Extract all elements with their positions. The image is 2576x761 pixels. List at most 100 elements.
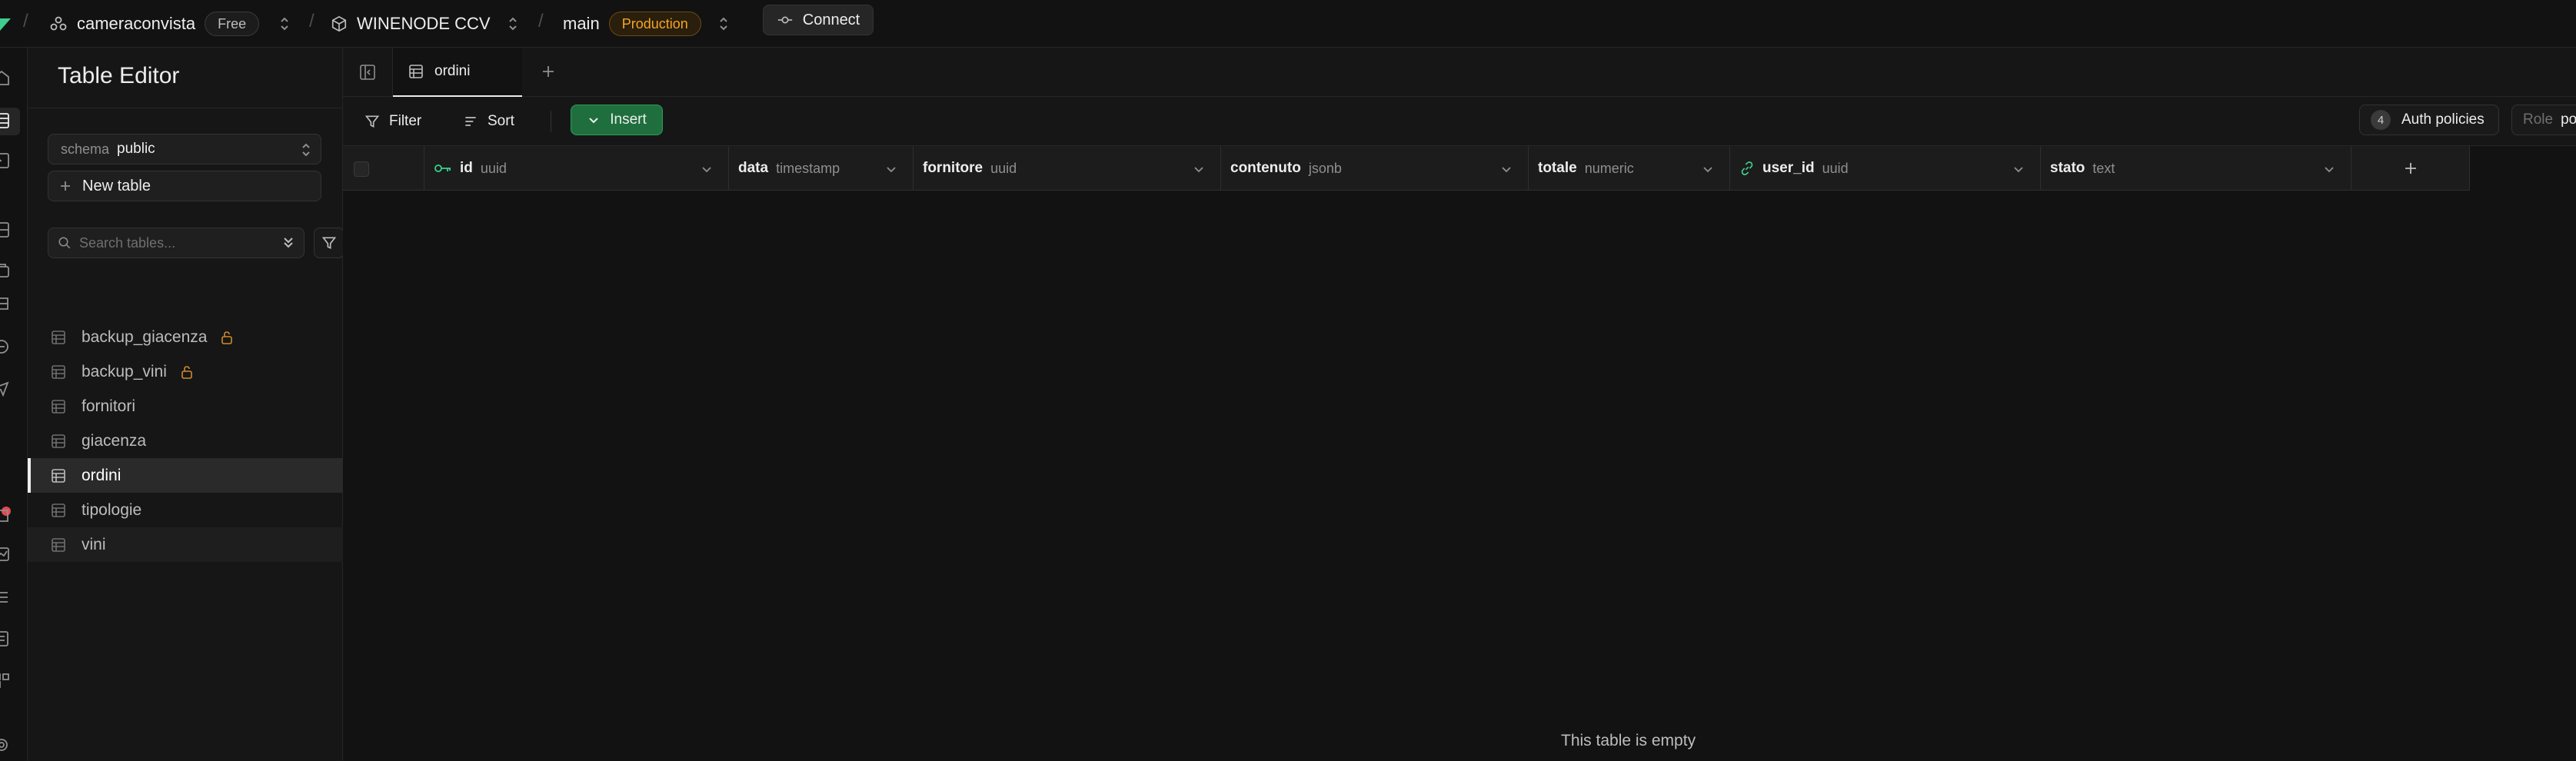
column-type: numeric	[1584, 160, 1634, 176]
table-item-vini[interactable]: vini	[28, 527, 343, 562]
column-name: data	[738, 160, 769, 176]
auth-policies-count: 4	[2371, 110, 2391, 130]
database-icon[interactable]	[0, 221, 11, 238]
column-name: totale	[1538, 160, 1577, 176]
tab-ordini[interactable]: ordini	[393, 48, 522, 97]
branch-selector[interactable]: main Production	[563, 0, 729, 48]
sidebar-title: Table Editor	[58, 63, 180, 88]
home-icon[interactable]	[0, 69, 11, 86]
table-icon	[409, 65, 423, 78]
chevron-updown-icon	[720, 17, 727, 31]
sidebar-toggle-icon[interactable]	[358, 63, 377, 81]
search-tables-input[interactable]	[79, 234, 248, 251]
logs-icon[interactable]	[0, 589, 11, 606]
chevron-down-icon[interactable]	[885, 163, 897, 175]
table-item-fornitori[interactable]: fornitori	[28, 389, 343, 424]
plan-badge: Free	[205, 12, 260, 36]
main-content: ordini Filter Sort Insert 4 Auth policie…	[343, 48, 2576, 761]
schema-label: schema	[61, 141, 110, 157]
supabase-logo-icon[interactable]	[0, 15, 11, 32]
sort-button[interactable]: Sort	[463, 109, 514, 134]
table-icon	[52, 364, 65, 379]
realtime-icon[interactable]	[0, 380, 11, 397]
key-icon	[434, 164, 451, 172]
select-all-column	[343, 146, 424, 191]
column-header-totale[interactable]: totale numeric	[1529, 146, 1730, 191]
search-icon	[58, 237, 71, 249]
chevron-down-icon[interactable]	[1193, 163, 1205, 175]
column-header-stato[interactable]: stato text	[2041, 146, 2351, 191]
project-selector[interactable]: WINENODE CCV	[331, 0, 518, 48]
sql-editor-icon[interactable]	[0, 152, 11, 169]
org-selector[interactable]: cameraconvista Free	[49, 0, 290, 48]
top-bar: / cameraconvista Free / WINENODE CCV / m…	[0, 0, 2576, 48]
table-item-label: ordini	[82, 466, 121, 484]
auth-icon[interactable]	[0, 261, 11, 278]
column-name: fornitore	[923, 160, 983, 176]
advisors-icon[interactable]	[0, 507, 11, 524]
storage-icon[interactable]	[0, 295, 11, 312]
add-column-button[interactable]	[2351, 146, 2470, 191]
table-item-tipologie[interactable]: tipologie	[28, 493, 343, 527]
column-type: text	[2092, 160, 2115, 176]
filter-tables-button[interactable]	[314, 228, 344, 258]
filter-button[interactable]: Filter	[364, 109, 421, 134]
table-item-backup-giacenza[interactable]: backup_giacenza	[28, 320, 343, 354]
breadcrumb-separator: /	[538, 11, 544, 32]
column-header-contenuto[interactable]: contenuto jsonb	[1221, 146, 1529, 191]
new-tab-plus-icon[interactable]	[540, 63, 557, 80]
plug-icon	[777, 16, 792, 24]
lock-icon	[221, 331, 233, 344]
schema-selector[interactable]: schema public	[48, 134, 321, 164]
settings-icon[interactable]	[0, 736, 11, 753]
chevron-down-icon[interactable]	[2323, 163, 2335, 175]
new-table-label: New table	[82, 177, 151, 194]
new-table-button[interactable]: New table	[48, 171, 321, 201]
select-all-checkbox[interactable]	[354, 161, 369, 177]
table-item-label: tipologie	[82, 500, 142, 519]
role-selector[interactable]: Role postgres	[2511, 105, 2576, 135]
chevron-down-icon[interactable]	[1500, 163, 1513, 175]
auth-policies-label: Auth policies	[2401, 111, 2484, 128]
chevron-updown-icon	[508, 17, 517, 31]
table-icon	[52, 503, 65, 517]
plus-icon	[2405, 163, 2416, 174]
integrations-icon[interactable]	[0, 672, 11, 689]
chevron-down-icon[interactable]	[1702, 163, 1714, 175]
table-item-label: vini	[82, 535, 106, 553]
sort-icon	[465, 117, 476, 126]
column-header-id[interactable]: id uuid	[424, 146, 729, 191]
table-item-backup-vini[interactable]: backup_vini	[28, 354, 343, 389]
org-icon	[50, 16, 67, 31]
chevron-updown-icon	[302, 143, 310, 157]
table-item-giacenza[interactable]: giacenza	[28, 424, 343, 458]
table-item-ordini[interactable]: ordini	[28, 458, 343, 493]
insert-button[interactable]: Insert	[571, 105, 663, 135]
chevron-down-icon	[589, 118, 598, 124]
reports-icon[interactable]	[0, 546, 11, 563]
column-name: user_id	[1762, 160, 1815, 176]
column-header-fornitore[interactable]: fornitore uuid	[914, 146, 1221, 191]
search-tables-field[interactable]	[48, 228, 305, 258]
tables-list: backup_giacenza backup_vini fornitori gi…	[28, 320, 343, 562]
edge-functions-icon[interactable]	[0, 338, 11, 355]
column-type: timestamp	[776, 160, 840, 176]
column-header-user-id[interactable]: user_id uuid	[1730, 146, 2041, 191]
role-label: Role	[2523, 111, 2554, 128]
auth-policies-button[interactable]: 4 Auth policies	[2359, 105, 2499, 135]
grid-header: id uuid data timestamp fornitore uuid co…	[343, 146, 2470, 191]
table-editor-icon[interactable]	[0, 112, 11, 129]
production-badge: Production	[608, 12, 701, 36]
api-docs-icon[interactable]	[0, 630, 11, 647]
table-editor-sidebar: Table Editor schema public New table bac…	[28, 48, 344, 761]
breadcrumb-separator: /	[23, 11, 28, 32]
box-icon	[331, 15, 347, 32]
column-name: stato	[2050, 160, 2085, 176]
column-type: uuid	[990, 160, 1017, 176]
chevron-down-icon[interactable]	[2012, 163, 2025, 175]
connect-button[interactable]: Connect	[763, 5, 874, 35]
tab-bar: ordini	[343, 48, 2576, 97]
chevrons-down-icon[interactable]	[281, 235, 296, 251]
column-header-data[interactable]: data timestamp	[729, 146, 914, 191]
chevron-down-icon[interactable]	[701, 163, 713, 175]
